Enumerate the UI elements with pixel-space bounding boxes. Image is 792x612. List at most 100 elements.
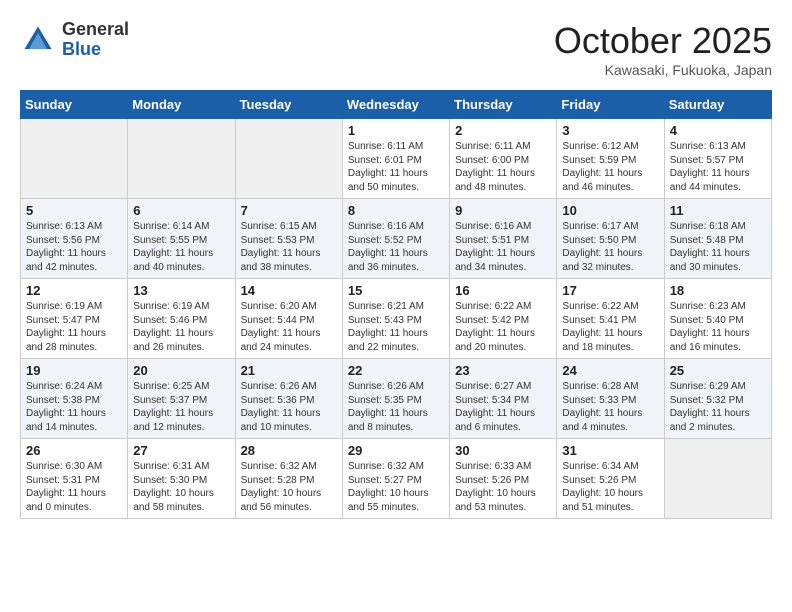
weekday-header: Thursday (450, 91, 557, 119)
day-info: Sunrise: 6:20 AM Sunset: 5:44 PM Dayligh… (241, 300, 337, 354)
day-info: Sunrise: 6:29 AM Sunset: 5:32 PM Dayligh… (670, 380, 766, 434)
calendar-table: SundayMondayTuesdayWednesdayThursdayFrid… (20, 90, 772, 519)
weekday-header: Sunday (21, 91, 128, 119)
calendar-cell: 30 Sunrise: 6:33 AM Sunset: 5:26 PM Dayli… (450, 439, 557, 519)
day-number: 2 (455, 123, 551, 138)
calendar-cell: 14Sunrise: 6:20 AM Sunset: 5:44 PM Dayli… (235, 279, 342, 359)
day-number: 23 (455, 363, 551, 378)
day-number: 25 (670, 363, 766, 378)
location: Kawasaki, Fukuoka, Japan (554, 62, 772, 78)
calendar-cell: 7Sunrise: 6:15 AM Sunset: 5:53 PM Daylig… (235, 199, 342, 279)
day-number: 13 (133, 283, 229, 298)
day-info: Sunrise: 6:33 AM Sunset: 5:26 PM Dayligh… (455, 460, 551, 514)
page-header: General Blue October 2025 Kawasaki, Fuku… (20, 20, 772, 78)
day-number: 9 (455, 203, 551, 218)
day-number: 15 (348, 283, 444, 298)
calendar-cell: 29Sunrise: 6:32 AM Sunset: 5:27 PM Dayli… (342, 439, 449, 519)
title-area: October 2025 Kawasaki, Fukuoka, Japan (554, 20, 772, 78)
calendar-cell: 19 Sunrise: 6:24 AM Sunset: 5:38 PM Dayli… (21, 359, 128, 439)
calendar-cell: 15 Sunrise: 6:21 AM Sunset: 5:43 PM Dayli… (342, 279, 449, 359)
calendar-cell: 9 Sunrise: 6:16 AM Sunset: 5:51 PM Daylig… (450, 199, 557, 279)
day-info: Sunrise: 6:19 AM Sunset: 5:47 PM Dayligh… (26, 300, 122, 354)
day-number: 3 (562, 123, 658, 138)
day-number: 8 (348, 203, 444, 218)
calendar-cell: 21 Sunrise: 6:26 AM Sunset: 5:36 PM Dayli… (235, 359, 342, 439)
day-info: Sunrise: 6:21 AM Sunset: 5:43 PM Dayligh… (348, 300, 444, 354)
calendar-cell (21, 119, 128, 199)
calendar-cell (235, 119, 342, 199)
calendar-cell: 22 Sunrise: 6:26 AM Sunset: 5:35 PM Dayli… (342, 359, 449, 439)
day-number: 29 (348, 443, 444, 458)
calendar-cell: 26Sunrise: 6:30 AM Sunset: 5:31 PM Dayli… (21, 439, 128, 519)
day-number: 30 (455, 443, 551, 458)
calendar-cell: 5Sunrise: 6:13 AM Sunset: 5:56 PM Daylig… (21, 199, 128, 279)
day-number: 22 (348, 363, 444, 378)
day-number: 20 (133, 363, 229, 378)
day-number: 6 (133, 203, 229, 218)
calendar-cell: 31 Sunrise: 6:34 AM Sunset: 5:26 PM Dayli… (557, 439, 664, 519)
calendar-week-row: 26Sunrise: 6:30 AM Sunset: 5:31 PM Dayli… (21, 439, 772, 519)
weekday-header: Wednesday (342, 91, 449, 119)
logo-icon (20, 22, 56, 58)
month-title: October 2025 (554, 20, 772, 62)
day-info: Sunrise: 6:28 AM Sunset: 5:33 PM Dayligh… (562, 380, 658, 434)
calendar-cell: 2Sunrise: 6:11 AM Sunset: 6:00 PM Daylig… (450, 119, 557, 199)
calendar-cell (128, 119, 235, 199)
calendar-week-row: 12 Sunrise: 6:19 AM Sunset: 5:47 PM Dayli… (21, 279, 772, 359)
day-number: 28 (241, 443, 337, 458)
day-number: 16 (455, 283, 551, 298)
day-info: Sunrise: 6:32 AM Sunset: 5:28 PM Dayligh… (241, 460, 337, 514)
calendar-cell: 4Sunrise: 6:13 AM Sunset: 5:57 PM Daylig… (664, 119, 771, 199)
day-info: Sunrise: 6:30 AM Sunset: 5:31 PM Dayligh… (26, 460, 122, 514)
day-info: Sunrise: 6:13 AM Sunset: 5:56 PM Dayligh… (26, 220, 122, 274)
day-info: Sunrise: 6:11 AM Sunset: 6:01 PM Dayligh… (348, 140, 444, 194)
calendar-cell: 23 Sunrise: 6:27 AM Sunset: 5:34 PM Dayli… (450, 359, 557, 439)
day-number: 31 (562, 443, 658, 458)
day-info: Sunrise: 6:22 AM Sunset: 5:41 PM Dayligh… (562, 300, 658, 354)
calendar-week-row: 1 Sunrise: 6:11 AM Sunset: 6:01 PM Daylig… (21, 119, 772, 199)
day-info: Sunrise: 6:16 AM Sunset: 5:51 PM Dayligh… (455, 220, 551, 274)
calendar-week-row: 5Sunrise: 6:13 AM Sunset: 5:56 PM Daylig… (21, 199, 772, 279)
day-number: 19 (26, 363, 122, 378)
day-info: Sunrise: 6:24 AM Sunset: 5:38 PM Dayligh… (26, 380, 122, 434)
day-number: 11 (670, 203, 766, 218)
weekday-header: Saturday (664, 91, 771, 119)
weekday-header: Tuesday (235, 91, 342, 119)
day-number: 21 (241, 363, 337, 378)
weekday-header: Friday (557, 91, 664, 119)
calendar-header-row: SundayMondayTuesdayWednesdayThursdayFrid… (21, 91, 772, 119)
day-info: Sunrise: 6:13 AM Sunset: 5:57 PM Dayligh… (670, 140, 766, 194)
day-info: Sunrise: 6:27 AM Sunset: 5:34 PM Dayligh… (455, 380, 551, 434)
calendar-cell: 11Sunrise: 6:18 AM Sunset: 5:48 PM Dayli… (664, 199, 771, 279)
day-info: Sunrise: 6:23 AM Sunset: 5:40 PM Dayligh… (670, 300, 766, 354)
calendar-cell (664, 439, 771, 519)
day-info: Sunrise: 6:34 AM Sunset: 5:26 PM Dayligh… (562, 460, 658, 514)
calendar-cell: 12 Sunrise: 6:19 AM Sunset: 5:47 PM Dayli… (21, 279, 128, 359)
logo: General Blue (20, 20, 129, 60)
calendar-cell: 24Sunrise: 6:28 AM Sunset: 5:33 PM Dayli… (557, 359, 664, 439)
calendar-cell: 3 Sunrise: 6:12 AM Sunset: 5:59 PM Daylig… (557, 119, 664, 199)
day-number: 1 (348, 123, 444, 138)
day-number: 7 (241, 203, 337, 218)
calendar-cell: 17Sunrise: 6:22 AM Sunset: 5:41 PM Dayli… (557, 279, 664, 359)
calendar-cell: 27Sunrise: 6:31 AM Sunset: 5:30 PM Dayli… (128, 439, 235, 519)
calendar-cell: 18 Sunrise: 6:23 AM Sunset: 5:40 PM Dayli… (664, 279, 771, 359)
day-info: Sunrise: 6:12 AM Sunset: 5:59 PM Dayligh… (562, 140, 658, 194)
day-info: Sunrise: 6:19 AM Sunset: 5:46 PM Dayligh… (133, 300, 229, 354)
logo-text: General Blue (62, 20, 129, 60)
calendar-cell: 25 Sunrise: 6:29 AM Sunset: 5:32 PM Dayli… (664, 359, 771, 439)
day-info: Sunrise: 6:17 AM Sunset: 5:50 PM Dayligh… (562, 220, 658, 274)
day-info: Sunrise: 6:26 AM Sunset: 5:36 PM Dayligh… (241, 380, 337, 434)
day-number: 18 (670, 283, 766, 298)
day-info: Sunrise: 6:22 AM Sunset: 5:42 PM Dayligh… (455, 300, 551, 354)
day-number: 12 (26, 283, 122, 298)
calendar-cell: 10 Sunrise: 6:17 AM Sunset: 5:50 PM Dayli… (557, 199, 664, 279)
day-info: Sunrise: 6:26 AM Sunset: 5:35 PM Dayligh… (348, 380, 444, 434)
weekday-header: Monday (128, 91, 235, 119)
calendar-cell: 20Sunrise: 6:25 AM Sunset: 5:37 PM Dayli… (128, 359, 235, 439)
day-number: 27 (133, 443, 229, 458)
day-info: Sunrise: 6:14 AM Sunset: 5:55 PM Dayligh… (133, 220, 229, 274)
day-number: 10 (562, 203, 658, 218)
logo-general: General (62, 20, 129, 40)
calendar-cell: 1 Sunrise: 6:11 AM Sunset: 6:01 PM Daylig… (342, 119, 449, 199)
